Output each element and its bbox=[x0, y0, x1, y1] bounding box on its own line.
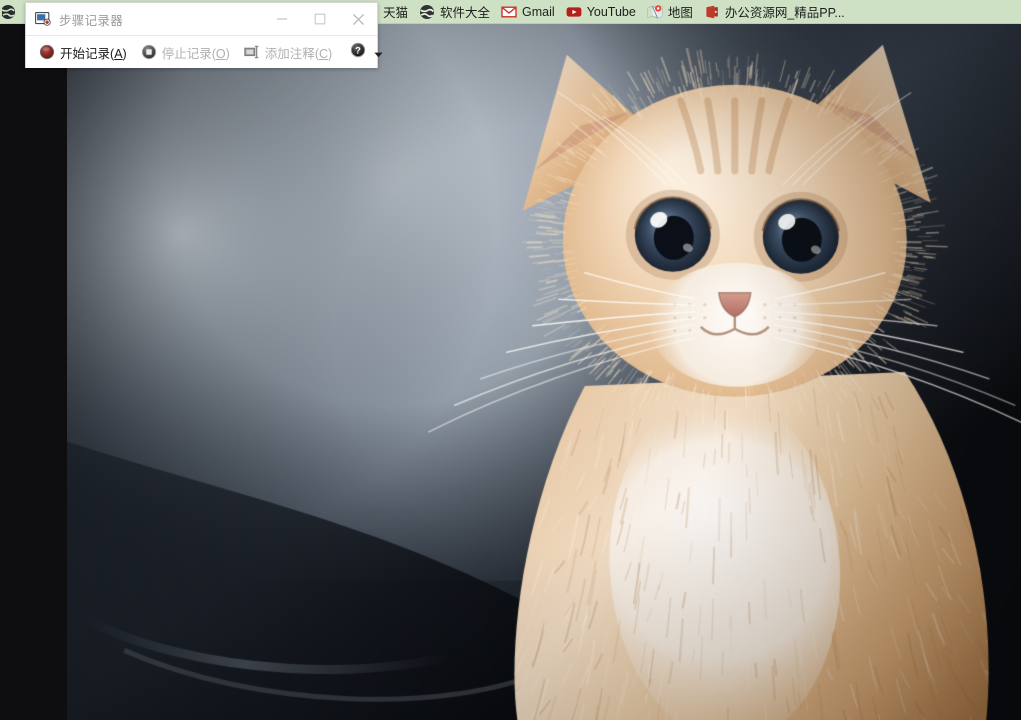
bookmark-item-gmail[interactable]: Gmail bbox=[497, 1, 562, 23]
office-resource-icon bbox=[704, 4, 720, 20]
stop-record-button: 停止记录(O) bbox=[134, 39, 237, 65]
gmail-icon bbox=[501, 4, 517, 20]
desktop-left-margin bbox=[0, 24, 67, 720]
bookmark-item-partial[interactable] bbox=[2, 1, 27, 23]
help-button[interactable]: ? bbox=[347, 39, 369, 65]
minimize-icon bbox=[276, 13, 288, 25]
steps-recorder-window[interactable]: 步骤记录器 开始记录(A) 停止记录(O) 添加注释(C) ? bbox=[25, 2, 378, 68]
globe-icon bbox=[419, 4, 435, 20]
globe-icon bbox=[2, 4, 16, 20]
add-comment-label: 添加注释(C) bbox=[265, 43, 332, 62]
bookmark-label-youtube: YouTube bbox=[587, 5, 636, 19]
bookmark-label-office-resource: 办公资源网_精品PP... bbox=[725, 2, 845, 21]
close-button[interactable] bbox=[339, 4, 377, 35]
toolbar-dropdown-button[interactable] bbox=[369, 39, 390, 65]
maps-icon bbox=[647, 4, 663, 20]
steps-recorder-icon bbox=[35, 11, 51, 27]
bookmark-label-software: 软件大全 bbox=[440, 2, 490, 21]
wallpaper-canvas bbox=[67, 24, 1021, 720]
svg-text:?: ? bbox=[355, 44, 361, 55]
kitten-wallpaper bbox=[67, 24, 1021, 720]
record-circle-icon bbox=[39, 44, 55, 60]
add-comment-button: 添加注释(C) bbox=[237, 39, 339, 65]
bookmark-item-youtube[interactable]: YouTube bbox=[562, 1, 643, 23]
start-record-label: 开始记录(A) bbox=[60, 43, 127, 62]
close-icon bbox=[352, 13, 365, 26]
steps-recorder-toolbar[interactable]: 开始记录(A) 停止记录(O) 添加注释(C) ? bbox=[26, 36, 377, 68]
stop-square-icon bbox=[141, 44, 157, 60]
screen-root: 天猫 软件大全 Gmail YouTube 地图 办公资源网_精品PP... 步… bbox=[0, 0, 1021, 720]
add-comment-icon bbox=[244, 44, 260, 60]
bookmark-label-gmail: Gmail bbox=[522, 5, 555, 19]
help-icon: ? bbox=[350, 42, 366, 63]
stop-record-label: 停止记录(O) bbox=[162, 43, 230, 62]
chevron-down-icon bbox=[373, 47, 384, 58]
bookmark-item-tmall[interactable]: 天猫 bbox=[379, 1, 415, 23]
maximize-button[interactable] bbox=[301, 4, 339, 35]
minimize-button[interactable] bbox=[263, 4, 301, 35]
bookmark-item-software[interactable]: 软件大全 bbox=[415, 1, 497, 23]
bookmark-label-tmall: 天猫 bbox=[383, 2, 408, 21]
start-record-button[interactable]: 开始记录(A) bbox=[32, 39, 134, 65]
steps-recorder-titlebar[interactable]: 步骤记录器 bbox=[26, 3, 377, 36]
bookmark-label-maps: 地图 bbox=[668, 2, 693, 21]
youtube-icon bbox=[566, 4, 582, 20]
window-title: 步骤记录器 bbox=[59, 10, 263, 29]
bookmark-item-office-resource[interactable]: 办公资源网_精品PP... bbox=[700, 1, 852, 23]
maximize-icon bbox=[314, 13, 326, 25]
bookmark-item-maps[interactable]: 地图 bbox=[643, 1, 700, 23]
